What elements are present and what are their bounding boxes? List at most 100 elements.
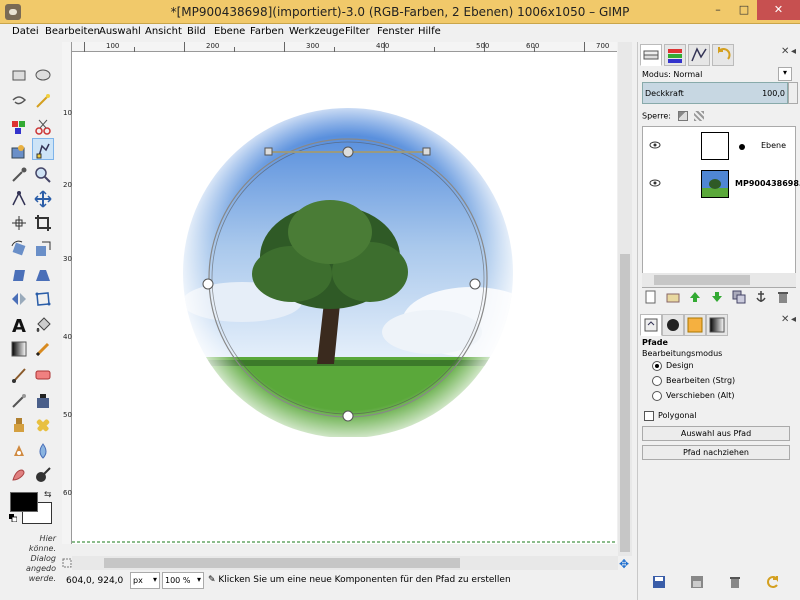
dock-close-icon[interactable]: ✕ bbox=[781, 46, 789, 57]
smudge-icon[interactable] bbox=[8, 464, 30, 486]
delete-options-icon[interactable] bbox=[728, 575, 742, 589]
tab-brushes[interactable] bbox=[662, 314, 684, 336]
clone-icon[interactable] bbox=[8, 414, 30, 436]
swap-colors-icon[interactable]: ⇆ bbox=[44, 490, 52, 500]
stroke-path-button[interactable]: Pfad nachziehen bbox=[642, 445, 790, 460]
dock-menu-icon[interactable]: ◂ bbox=[791, 314, 796, 325]
opacity-slider[interactable]: Deckkraft 100,0 bbox=[642, 82, 788, 104]
color-picker-icon[interactable] bbox=[8, 164, 30, 186]
new-layer-icon[interactable] bbox=[644, 290, 658, 304]
selection-from-path-button[interactable]: Auswahl aus Pfad bbox=[642, 426, 790, 441]
tab-paths[interactable] bbox=[688, 44, 710, 66]
dodge-burn-icon[interactable] bbox=[32, 464, 54, 486]
duplicate-layer-icon[interactable] bbox=[732, 290, 746, 304]
reset-options-icon[interactable] bbox=[766, 575, 780, 589]
raise-layer-icon[interactable] bbox=[688, 290, 702, 304]
menu-auswahl[interactable]: Auswahl bbox=[99, 26, 141, 37]
menu-werkzeuge[interactable]: Werkzeuge bbox=[289, 26, 345, 37]
vertical-scrollbar[interactable] bbox=[618, 42, 632, 556]
navigate-icon[interactable]: ✥ bbox=[619, 557, 629, 571]
heal-icon[interactable] bbox=[32, 414, 54, 436]
radio-button[interactable] bbox=[652, 376, 662, 386]
menu-bearbeiten[interactable]: Bearbeiten bbox=[45, 26, 100, 37]
foreground-select-icon[interactable] bbox=[8, 140, 30, 162]
tab-tool-options[interactable] bbox=[640, 314, 662, 336]
dock-close-icon[interactable]: ✕ bbox=[781, 314, 789, 325]
select-by-color-icon[interactable] bbox=[8, 116, 30, 138]
pencil-icon[interactable] bbox=[32, 338, 54, 360]
checkbox[interactable] bbox=[644, 411, 654, 421]
airbrush-icon[interactable] bbox=[8, 390, 30, 412]
zoom-select[interactable]: 100 % ▾ bbox=[162, 572, 204, 589]
eraser-icon[interactable] bbox=[32, 364, 54, 386]
horizontal-ruler[interactable]: 100 200 300 400 500 600 700 bbox=[72, 42, 617, 52]
perspective-icon[interactable] bbox=[32, 264, 54, 286]
blend-icon[interactable] bbox=[8, 338, 30, 360]
vertical-scroll-thumb[interactable] bbox=[620, 254, 630, 552]
chevron-down-icon[interactable]: ▾ bbox=[778, 67, 792, 81]
perspective-clone-icon[interactable] bbox=[8, 440, 30, 462]
unit-select[interactable]: px ▾ bbox=[130, 572, 160, 589]
measure-icon[interactable] bbox=[8, 188, 30, 210]
flip-icon[interactable] bbox=[8, 288, 30, 310]
move-icon[interactable] bbox=[32, 188, 54, 210]
eye-icon[interactable] bbox=[649, 140, 661, 150]
horizontal-scroll-thumb[interactable] bbox=[104, 558, 460, 568]
crop-icon[interactable] bbox=[32, 212, 54, 234]
layer-mode-select[interactable]: Modus: Normal bbox=[642, 70, 702, 79]
rotate-icon[interactable] bbox=[8, 238, 30, 260]
scroll-thumb[interactable] bbox=[654, 275, 750, 285]
menu-hilfe[interactable]: Hilfe bbox=[418, 26, 441, 37]
menu-ebene[interactable]: Ebene bbox=[214, 26, 245, 37]
tab-channels[interactable] bbox=[664, 44, 686, 66]
layer-row[interactable]: Ebene bbox=[643, 129, 795, 165]
lock-alpha-icon[interactable] bbox=[694, 111, 705, 121]
zoom-icon[interactable] bbox=[32, 164, 54, 186]
ink-icon[interactable] bbox=[32, 390, 54, 412]
tab-undo-history[interactable] bbox=[712, 44, 734, 66]
tab-gradients[interactable] bbox=[706, 314, 728, 336]
blur-icon[interactable] bbox=[32, 440, 54, 462]
minimize-button[interactable]: – bbox=[705, 0, 731, 20]
reset-colors-icon[interactable] bbox=[9, 514, 18, 523]
image-canvas[interactable] bbox=[72, 52, 617, 544]
lasso-icon[interactable] bbox=[8, 90, 30, 112]
menu-ansicht[interactable]: Ansicht bbox=[145, 26, 182, 37]
anchor-layer-icon[interactable] bbox=[754, 290, 768, 304]
layer-row[interactable]: MP900438698... bbox=[643, 167, 800, 203]
lower-layer-icon[interactable] bbox=[710, 290, 724, 304]
vertical-ruler[interactable]: 100 200 300 400 500 600 bbox=[62, 42, 76, 544]
new-layer-group-icon[interactable] bbox=[666, 290, 680, 304]
save-options-icon[interactable] bbox=[652, 575, 666, 589]
tab-layers[interactable] bbox=[640, 44, 662, 66]
magic-wand-icon[interactable] bbox=[32, 90, 54, 112]
delete-layer-icon[interactable] bbox=[776, 290, 790, 304]
opacity-spinner[interactable] bbox=[788, 82, 798, 104]
scissors-icon[interactable] bbox=[32, 116, 54, 138]
menu-filter[interactable]: Filter bbox=[345, 26, 370, 37]
bucket-fill-icon[interactable] bbox=[32, 314, 54, 336]
radio-button[interactable] bbox=[652, 361, 662, 371]
paintbrush-icon[interactable] bbox=[8, 364, 30, 386]
foreground-color-swatch[interactable] bbox=[10, 492, 38, 512]
quick-mask-toggle[interactable] bbox=[62, 556, 72, 570]
close-button[interactable]: ✕ bbox=[757, 0, 800, 20]
tab-patterns[interactable] bbox=[684, 314, 706, 336]
align-icon[interactable] bbox=[8, 212, 30, 234]
text-tool-icon[interactable]: A bbox=[8, 314, 30, 336]
lock-pixels-icon[interactable] bbox=[677, 111, 688, 121]
layers-horizontal-scrollbar[interactable] bbox=[642, 273, 796, 287]
cage-transform-icon[interactable] bbox=[32, 288, 54, 310]
ellipse-select-icon[interactable] bbox=[32, 64, 54, 86]
shear-icon[interactable] bbox=[8, 264, 30, 286]
radio-button[interactable] bbox=[652, 391, 662, 401]
rect-select-icon[interactable] bbox=[8, 64, 30, 86]
restore-options-icon[interactable] bbox=[690, 575, 704, 589]
maximize-button[interactable]: □ bbox=[731, 0, 757, 20]
scale-icon[interactable] bbox=[32, 238, 54, 260]
eye-icon[interactable] bbox=[649, 178, 661, 188]
menu-fenster[interactable]: Fenster bbox=[377, 26, 414, 37]
menu-bild[interactable]: Bild bbox=[187, 26, 206, 37]
horizontal-scrollbar[interactable] bbox=[72, 556, 618, 570]
menu-datei[interactable]: Datei bbox=[12, 26, 39, 37]
